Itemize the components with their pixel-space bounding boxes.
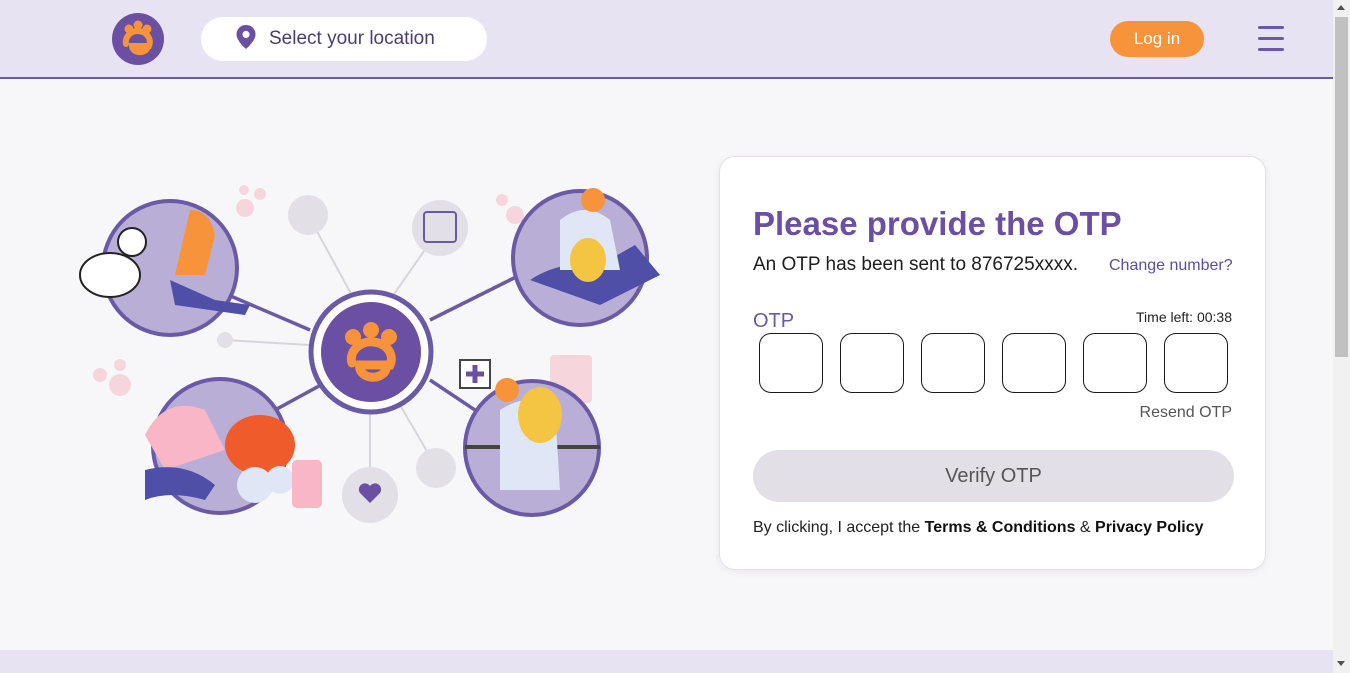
footer-strip [0, 650, 1333, 673]
scroll-down-arrow-icon[interactable] [1337, 661, 1345, 666]
top-header: Select your location Log in [0, 0, 1333, 79]
change-number-link[interactable]: Change number? [1109, 257, 1233, 275]
otp-digit-input[interactable] [921, 333, 985, 393]
page-scrollbar[interactable] [1333, 0, 1350, 673]
scroll-up-arrow-icon[interactable] [1337, 5, 1345, 10]
otp-card: Please provide the OTP An OTP has been s… [719, 156, 1266, 570]
otp-label: OTP [753, 310, 795, 332]
location-pin-icon [235, 24, 257, 55]
otp-digit-input[interactable] [1164, 333, 1228, 393]
pet-care-illustration [60, 180, 680, 540]
otp-title: Please provide the OTP [753, 205, 1122, 242]
resend-otp-link[interactable]: Resend OTP [1140, 404, 1232, 422]
otp-digit-input[interactable] [1083, 333, 1147, 393]
otp-digit-input[interactable] [840, 333, 904, 393]
otp-input-group [759, 333, 1228, 393]
scrollbar-thumb[interactable] [1335, 17, 1348, 357]
otp-timer: Time left: 00:38 [1136, 309, 1232, 325]
location-label: Select your location [269, 28, 435, 49]
terms-conditions-link[interactable]: Terms & Conditions [925, 519, 1076, 536]
hamburger-menu-icon[interactable] [1258, 26, 1284, 52]
terms-ampersand: & [1075, 519, 1096, 536]
otp-digit-input[interactable] [759, 333, 823, 393]
paw-e-logo-icon[interactable] [112, 13, 164, 65]
otp-digit-input[interactable] [1002, 333, 1066, 393]
privacy-policy-link[interactable]: Privacy Policy [1095, 519, 1204, 536]
location-selector[interactable]: Select your location [201, 17, 487, 61]
login-button[interactable]: Log in [1110, 21, 1204, 57]
otp-sent-message: An OTP has been sent to 876725xxxx. [753, 254, 1078, 275]
verify-otp-button[interactable]: Verify OTP [753, 450, 1234, 502]
terms-prefix: By clicking, I accept the [753, 519, 925, 536]
terms-notice: By clicking, I accept the Terms & Condit… [753, 519, 1204, 537]
